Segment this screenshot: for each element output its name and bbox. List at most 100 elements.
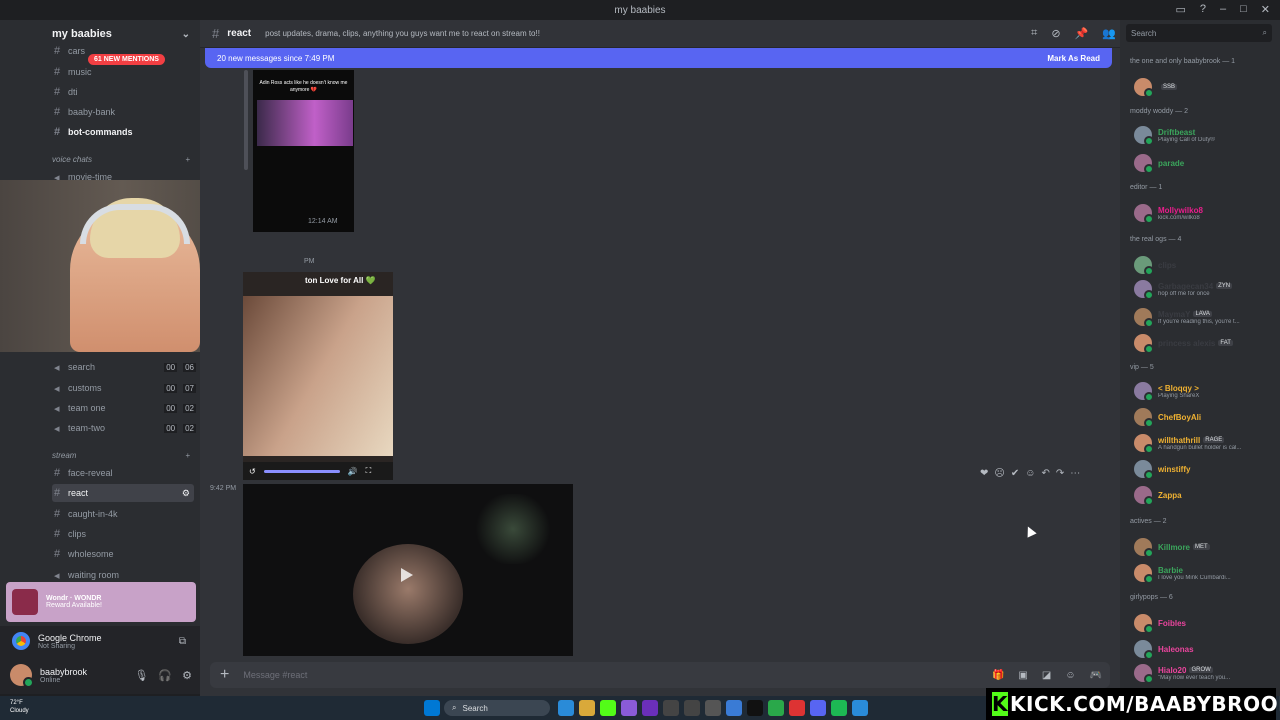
member-item[interactable]: Foibles	[1134, 612, 1278, 634]
member-item[interactable]: willthathrill RAGE A handgun bullet holder…	[1134, 432, 1278, 454]
replay-icon[interactable]: ↺	[249, 467, 256, 476]
check-reaction-icon[interactable]: ✔	[1011, 468, 1019, 479]
category-voice-chats[interactable]: voice chats +	[52, 155, 190, 164]
member-item[interactable]: < Bloqqy > Playing ShareX	[1134, 380, 1278, 402]
new-messages-bar[interactable]: 20 new messages since 7:49 PM Mark As Re…	[205, 48, 1112, 68]
maximize-icon[interactable]: □	[1240, 3, 1247, 16]
twitch-icon[interactable]	[642, 700, 658, 716]
voice-channel-team-one[interactable]: ◂ team one 00 02	[54, 399, 196, 417]
weather-widget[interactable]: 72°F Cloudy	[10, 699, 29, 715]
fullscreen-icon[interactable]: ⛶	[366, 466, 372, 476]
member-item[interactable]: Driftbeast Playing Call of Duty®	[1134, 124, 1278, 146]
mark-as-read-button[interactable]: Mark As Read	[1047, 54, 1100, 63]
taskbar-search[interactable]: ⌕ Search	[444, 700, 550, 716]
headphones-icon[interactable]: 🎧	[158, 669, 172, 682]
app-icon[interactable]	[663, 700, 679, 716]
app-icon[interactable]	[705, 700, 721, 716]
search-input[interactable]: Search ⌕	[1126, 24, 1272, 42]
channel-wholesome[interactable]: # wholesome	[54, 545, 196, 563]
video-progress[interactable]	[263, 469, 340, 473]
sticker-icon[interactable]: ◪	[1042, 670, 1051, 681]
file-explorer-icon[interactable]	[579, 700, 595, 716]
forward-icon[interactable]: ↷	[1056, 468, 1064, 479]
minimize-icon[interactable]: –	[1220, 3, 1226, 16]
avatar	[1134, 614, 1154, 634]
inbox-icon[interactable]: ▭	[1175, 3, 1185, 16]
member-item[interactable]: MaymaY LAVA If you're reading this, you're…	[1134, 306, 1278, 328]
channel-caught-in-4k[interactable]: # caught-in-4k	[54, 505, 196, 523]
obs-icon[interactable]	[621, 700, 637, 716]
reply-icon[interactable]: ↶	[1041, 468, 1049, 479]
more-icon[interactable]: ⋯	[1070, 468, 1080, 479]
role-header: girlypops — 6	[1130, 594, 1173, 601]
member-item[interactable]: parade	[1134, 152, 1278, 174]
close-icon[interactable]: ✕	[1261, 3, 1270, 16]
heart-reaction-icon[interactable]: ❤	[980, 468, 988, 479]
chrome-icon[interactable]	[558, 700, 574, 716]
voice-channel-search[interactable]: ◂ search 00 06	[54, 358, 196, 376]
threads-icon[interactable]: ⌗	[1031, 27, 1037, 40]
add-reaction-icon[interactable]: ☺	[1025, 468, 1035, 479]
channel-react[interactable]: # react ⚙	[52, 484, 194, 502]
member-item[interactable]: Mollywilko8 kick.com/wilko8	[1134, 202, 1278, 224]
emoji-icon[interactable]: ☺	[1065, 670, 1075, 681]
member-item[interactable]: ChefBoyAli	[1134, 406, 1278, 428]
kick-icon[interactable]	[600, 700, 616, 716]
category-stream[interactable]: stream +	[52, 451, 190, 460]
notifications-muted-icon[interactable]: ⊘	[1051, 27, 1060, 40]
share-screen-icon[interactable]: ⧉	[179, 636, 186, 647]
discord-icon[interactable]	[810, 700, 826, 716]
settings-icon[interactable]: ⚙	[182, 488, 190, 499]
member-list-icon[interactable]: 👥	[1102, 27, 1116, 40]
member-item[interactable]: Barbie I love you Mink Cumbardi...	[1134, 562, 1278, 584]
volume-icon[interactable]: 🔊	[348, 467, 358, 476]
apps-icon[interactable]: 🎮	[1090, 670, 1102, 681]
media-caption: Adin Ross acts like he doesn't know me a…	[259, 80, 348, 93]
member-item[interactable]: winstiffy	[1134, 458, 1278, 480]
member-item[interactable]: princess alexis FAT	[1134, 332, 1278, 354]
play-icon[interactable]	[401, 568, 413, 582]
member-item[interactable]: Killmore MET	[1134, 536, 1278, 558]
member-item[interactable]: clips	[1134, 254, 1278, 276]
avatar[interactable]	[10, 664, 34, 688]
windows-start-icon[interactable]	[424, 700, 440, 716]
steam-icon[interactable]	[726, 700, 742, 716]
help-icon[interactable]: ?	[1200, 3, 1206, 16]
video-attachment[interactable]	[243, 484, 573, 656]
channel-bot-commands[interactable]: # bot-commands	[54, 123, 196, 141]
member-item[interactable]: Zappa	[1134, 484, 1278, 506]
reward-promo[interactable]: Wondr · WONDR Reward Available!	[6, 582, 196, 622]
pin-icon[interactable]: 📌	[1075, 27, 1089, 40]
attach-icon[interactable]: +	[220, 666, 229, 684]
gift-icon[interactable]: 🎁	[992, 670, 1004, 681]
crying-reaction-icon[interactable]: ☹	[994, 468, 1004, 479]
channel-topic[interactable]: post updates, drama, clips, anything you…	[265, 29, 540, 38]
app-icon[interactable]	[789, 700, 805, 716]
member-item[interactable]: SSB	[1134, 76, 1278, 98]
microphone-icon[interactable]: 🎙	[134, 669, 148, 682]
voice-channel-customs[interactable]: ◂ customs 00 07	[54, 379, 196, 397]
member-item[interactable]: Haleonas	[1134, 638, 1278, 660]
channel-baaby-bank[interactable]: # baaby-bank	[54, 103, 196, 121]
app-icon[interactable]	[684, 700, 700, 716]
spotify-icon[interactable]	[831, 700, 847, 716]
voice-channel-team-two[interactable]: ◂ team-two 00 02	[54, 419, 196, 437]
channel-music[interactable]: # music	[54, 63, 196, 81]
channel-clips[interactable]: # clips	[54, 525, 196, 543]
add-channel-icon[interactable]: +	[185, 451, 190, 460]
settings-icon[interactable]: ⚙	[182, 669, 192, 682]
video-attachment[interactable]: ton Love for All 💚 ↺ 🔊 ⛶	[243, 272, 393, 480]
channel-face-reveal[interactable]: # face-reveal	[54, 464, 196, 482]
channel-dti[interactable]: # dti	[54, 83, 196, 101]
channel-label: team-two	[68, 423, 106, 433]
add-channel-icon[interactable]: +	[185, 155, 190, 164]
member-item[interactable]: Hialo20 GROW "May now ever teach you...	[1134, 662, 1278, 684]
gif-icon[interactable]: ▣	[1018, 670, 1027, 681]
channel-cars[interactable]: # cars	[54, 42, 196, 60]
x-icon[interactable]	[747, 700, 763, 716]
member-item[interactable]: Garbagecan34 ZYN hop off me for once	[1134, 278, 1278, 300]
xbox-icon[interactable]	[768, 700, 784, 716]
media-attachment[interactable]: Adin Ross acts like he doesn't know me a…	[253, 70, 354, 232]
chrome-icon[interactable]	[852, 700, 868, 716]
message-input[interactable]	[243, 670, 944, 680]
